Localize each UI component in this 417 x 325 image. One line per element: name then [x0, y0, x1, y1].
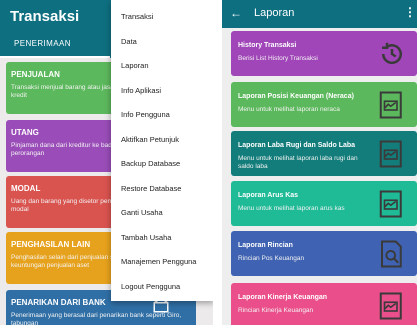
card-description: Rincian Kinerja Keuangan: [238, 307, 314, 314]
menu-item-tambah-usaha[interactable]: Tambah Usaha: [121, 233, 171, 242]
card-title: PENGHASILAN LAIN: [11, 240, 91, 249]
chart-report-icon: [379, 91, 402, 118]
transaksi-screen: Transaksi PENERIMAAN PENJUALAN Transaksi…: [0, 0, 213, 325]
card-laporan-rincian[interactable]: Laporan Rincian Rincian Pos Keuangan: [231, 231, 417, 276]
menu-item-logout-pengguna[interactable]: Logout Pengguna: [121, 282, 180, 291]
chart-report-icon: [379, 190, 402, 217]
menu-item-backup-database[interactable]: Backup Database: [121, 159, 180, 168]
app-title: Laporan: [254, 7, 295, 19]
card-description: Menu untuk melihat laporan arus kas: [238, 205, 345, 212]
arrow-left-icon[interactable]: ←: [230, 6, 242, 20]
laporan-screen: ← Laporan ⋮ History Transaksi Berisi Lis…: [222, 0, 417, 325]
menu-item-info-pengguna[interactable]: Info Pengguna: [121, 110, 170, 119]
chart-report-icon: [379, 140, 402, 167]
card-title: Laporan Rincian: [238, 242, 293, 249]
history-icon: [381, 42, 402, 64]
card-title: Laporan Posisi Keuangan (Neraca): [238, 93, 354, 100]
more-vertical-icon[interactable]: ⋮: [404, 5, 416, 19]
app-bar: ← Laporan ⋮: [222, 0, 417, 28]
card-title: History Transaksi: [238, 42, 297, 49]
card-title: PENJUALAN: [11, 70, 60, 79]
menu-item-transaksi[interactable]: Transaksi: [121, 12, 153, 21]
card-description: Menu untuk melihat laporan neraca: [238, 106, 340, 113]
search-document-icon: [381, 240, 402, 267]
menu-item-data[interactable]: Data: [121, 37, 137, 46]
card-description: Rincian Pos Keuangan: [238, 255, 305, 262]
overflow-menu: Transaksi Data Laporan Info Aplikasi Inf…: [111, 0, 213, 301]
card-title: PENARIKAN DARI BANK: [11, 298, 106, 307]
card-title: Laporan Laba Rugi dan Saldo Laba: [238, 142, 356, 149]
card-history-transaksi[interactable]: History Transaksi Berisi List History Tr…: [231, 31, 417, 76]
chart-report-icon: [379, 292, 402, 319]
card-title: UTANG: [11, 128, 39, 137]
card-laporan-laba-rugi[interactable]: Laporan Laba Rugi dan Saldo Laba Menu un…: [231, 131, 417, 176]
tab-penerimaan[interactable]: PENERIMAAN: [14, 39, 71, 48]
menu-item-aktifkan-petunjuk[interactable]: Aktifkan Petunjuk: [121, 135, 179, 144]
card-laporan-kinerja-keuangan[interactable]: Laporan Kinerja Keuangan Rincian Kinerja…: [231, 283, 417, 325]
menu-item-restore-database[interactable]: Restore Database: [121, 184, 181, 193]
card-laporan-arus-kas[interactable]: Laporan Arus Kas Menu untuk melihat lapo…: [231, 181, 417, 226]
card-title: Laporan Arus Kas: [238, 192, 299, 199]
menu-item-manajemen-pengguna[interactable]: Manajemen Pengguna: [121, 257, 196, 266]
card-description: Berisi List History Transaksi: [238, 55, 318, 62]
tab-indicator: [0, 56, 110, 58]
menu-item-ganti-usaha[interactable]: Ganti Usaha: [121, 208, 163, 217]
menu-item-laporan[interactable]: Laporan: [121, 61, 149, 70]
card-title: MODAL: [11, 184, 41, 193]
card-title: Laporan Kinerja Keuangan: [238, 294, 328, 301]
screen: Transaksi PENERIMAAN PENJUALAN Transaksi…: [0, 0, 417, 325]
card-description: Menu untuk melihat laporan laba rugi dan…: [238, 155, 358, 170]
menu-item-info-aplikasi[interactable]: Info Aplikasi: [121, 86, 161, 95]
app-title: Transaksi: [10, 8, 80, 25]
card-laporan-posisi-keuangan[interactable]: Laporan Posisi Keuangan (Neraca) Menu un…: [231, 82, 417, 127]
